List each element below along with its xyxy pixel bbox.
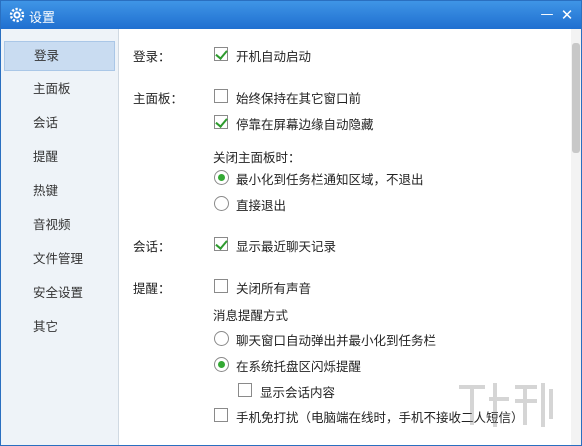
title-bar[interactable]: 设置 — ✕: [1, 1, 581, 29]
show-recent-checkbox[interactable]: [214, 237, 228, 251]
dock-autohide-label[interactable]: 停靠在屏幕边缘自动隐藏: [236, 114, 374, 133]
mute-all-checkbox[interactable]: [214, 279, 228, 293]
sidebar-item-other[interactable]: 其它: [1, 312, 118, 342]
tray-flash-label[interactable]: 在系统托盘区闪烁提醒: [236, 356, 361, 375]
sidebar-item-main-panel[interactable]: 主面板: [1, 74, 118, 104]
scrollbar-thumb[interactable]: [572, 43, 580, 153]
show-content-checkbox[interactable]: [238, 383, 252, 397]
close-minimize-radio[interactable]: [214, 170, 229, 185]
settings-sidebar: 登录 主面板 会话 提醒 热键 音视频 文件管理 安全设置 其它: [1, 29, 119, 445]
close-exit-label[interactable]: 直接退出: [236, 195, 286, 214]
section-label-main-panel: 主面板：: [133, 91, 184, 106]
close-panel-heading: 关闭主面板时：: [213, 150, 301, 165]
show-recent-label[interactable]: 显示最近聊天记录: [236, 236, 336, 255]
always-on-top-checkbox[interactable]: [214, 89, 228, 103]
sidebar-item-chat[interactable]: 会话: [1, 108, 118, 138]
sidebar-item-remind[interactable]: 提醒: [1, 142, 118, 172]
mute-all-label[interactable]: 关闭所有声音: [236, 278, 311, 297]
sidebar-item-file-management[interactable]: 文件管理: [1, 244, 118, 274]
window-title: 设置: [29, 11, 56, 26]
autostart-checkbox[interactable]: [214, 47, 228, 61]
popup-window-radio[interactable]: [214, 331, 229, 346]
remind-method-heading: 消息提醒方式: [213, 308, 289, 323]
show-content-label[interactable]: 显示会话内容: [260, 382, 335, 401]
section-label-chat: 会话：: [133, 239, 171, 254]
close-minimize-label[interactable]: 最小化到任务栏通知区域，不退出: [236, 169, 424, 188]
autostart-label[interactable]: 开机自动启动: [236, 46, 311, 65]
sidebar-item-login[interactable]: 登录: [4, 41, 115, 71]
section-label-login: 登录：: [133, 49, 171, 64]
close-button[interactable]: ✕: [557, 5, 577, 25]
section-label-remind: 提醒：: [133, 281, 171, 296]
settings-window: 设置 — ✕ 登录 主面板 会话 提醒 热键 音视频 文件管理 安全设置 其它 …: [0, 0, 582, 446]
sidebar-item-security[interactable]: 安全设置: [1, 278, 118, 308]
minimize-button[interactable]: —: [537, 5, 557, 25]
always-on-top-label[interactable]: 始终保持在其它窗口前: [236, 88, 361, 107]
mobile-dnd-checkbox[interactable]: [214, 408, 228, 422]
tray-flash-radio[interactable]: [214, 357, 229, 372]
popup-window-label[interactable]: 聊天窗口自动弹出并最小化到任务栏: [236, 330, 436, 349]
close-exit-radio[interactable]: [214, 196, 229, 211]
vertical-scrollbar[interactable]: [571, 29, 581, 445]
sidebar-item-hotkeys[interactable]: 热键: [1, 176, 118, 206]
dock-autohide-checkbox[interactable]: [214, 115, 228, 129]
gear-icon: [9, 7, 25, 23]
sidebar-item-audio-video[interactable]: 音视频: [1, 210, 118, 240]
watermark-logo: [459, 383, 553, 427]
